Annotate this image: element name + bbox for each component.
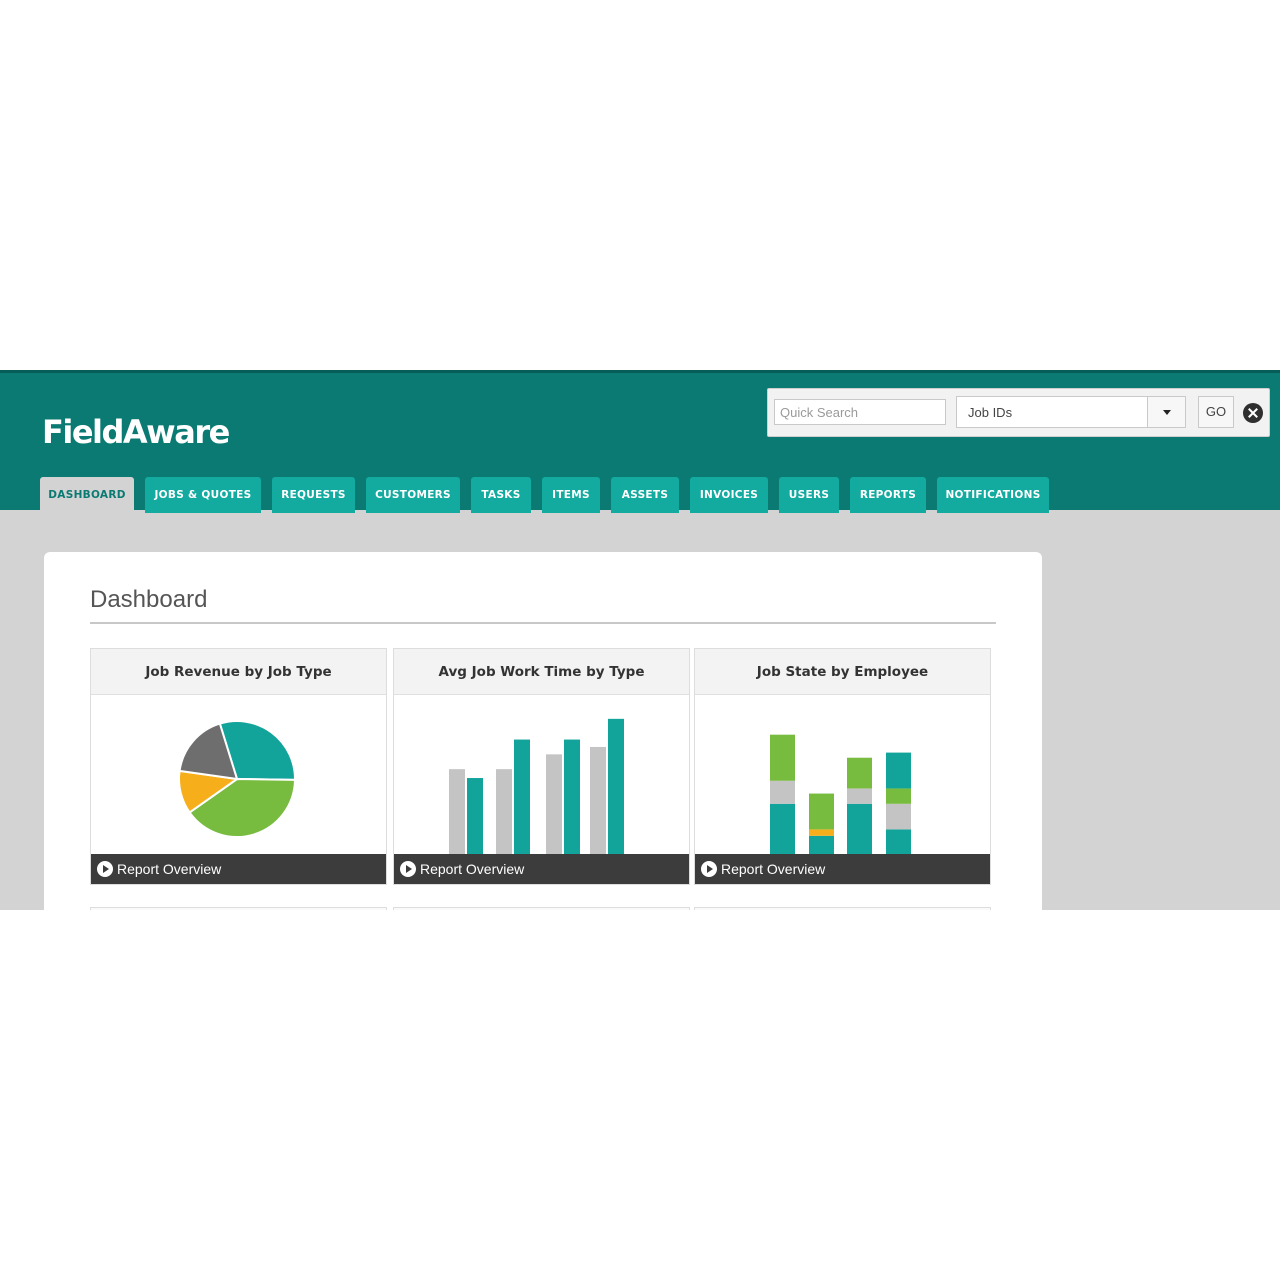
widget-job-revenue: Job Revenue by Job Type Report Overview — [90, 648, 387, 885]
tab-jobs-quotes[interactable]: JOBS & QUOTES — [145, 477, 261, 513]
widget-placeholder — [393, 907, 690, 910]
play-circle-icon — [400, 861, 416, 877]
bar-segment — [886, 788, 911, 804]
tab-invoices[interactable]: INVOICES — [690, 477, 768, 513]
bar-segment — [847, 788, 872, 804]
tab-dashboard[interactable]: DASHBOARD — [40, 477, 134, 513]
widget-placeholder — [90, 907, 387, 910]
widget-avg-work-time: Avg Job Work Time by Type Report Overvie… — [393, 648, 690, 885]
widget-placeholder — [694, 907, 991, 910]
tab-items[interactable]: ITEMS — [542, 477, 600, 513]
bar — [590, 746, 606, 855]
report-overview-label: Report Overview — [420, 861, 525, 877]
tab-requests[interactable]: REQUESTS — [272, 477, 355, 513]
tab-tasks[interactable]: TASKS — [471, 477, 531, 513]
report-overview-button[interactable]: Report Overview — [91, 854, 386, 884]
bar-segment — [809, 829, 834, 836]
play-circle-icon — [701, 861, 717, 877]
search-type-select[interactable]: Job IDs — [956, 396, 1186, 428]
close-icon[interactable] — [1243, 403, 1263, 423]
bar-segment — [847, 803, 872, 855]
widget-title: Job State by Employee — [695, 649, 990, 695]
tab-customers[interactable]: CUSTOMERS — [366, 477, 460, 513]
widget-title: Avg Job Work Time by Type — [394, 649, 689, 695]
bar-chart — [449, 718, 624, 855]
widget-title: Job Revenue by Job Type — [91, 649, 386, 695]
bar-segment — [809, 835, 834, 855]
bar — [496, 769, 512, 855]
bar-segment — [886, 829, 911, 855]
header-bar: FieldAware Job IDs GO DASHBOARD JOBS & Q… — [0, 370, 1280, 513]
quick-search-input[interactable] — [774, 399, 946, 425]
stacked-bar-chart — [770, 734, 911, 855]
bar-segment — [770, 734, 795, 781]
report-overview-button[interactable]: Report Overview — [695, 854, 990, 884]
report-overview-button[interactable]: Report Overview — [394, 854, 689, 884]
bar-segment — [886, 752, 911, 789]
bar-segment — [770, 803, 795, 855]
tab-users[interactable]: USERS — [779, 477, 839, 513]
tab-assets[interactable]: ASSETS — [611, 477, 679, 513]
search-panel: Job IDs GO — [767, 388, 1270, 437]
tab-reports[interactable]: REPORTS — [850, 477, 926, 513]
bar — [546, 754, 562, 855]
pie-chart — [178, 720, 297, 838]
bar — [467, 778, 483, 855]
fieldaware-logo[interactable]: FieldAware — [42, 413, 230, 451]
page-title: Dashboard — [90, 586, 208, 613]
bar-segment — [809, 793, 834, 830]
tab-notifications[interactable]: NOTIFICATIONS — [937, 477, 1049, 513]
play-circle-icon — [97, 861, 113, 877]
bar-segment — [847, 757, 872, 789]
report-overview-label: Report Overview — [117, 861, 222, 877]
chevron-down-icon[interactable] — [1147, 397, 1185, 427]
bar — [449, 769, 465, 855]
go-button[interactable]: GO — [1198, 396, 1234, 428]
widget-job-state: Job State by Employee Report Overview — [694, 648, 991, 885]
search-type-value: Job IDs — [968, 405, 1013, 420]
bar — [514, 739, 530, 855]
bar — [564, 739, 580, 855]
report-overview-label: Report Overview — [721, 861, 826, 877]
dashboard-card: Dashboard Job Revenue by Job Type Report… — [44, 552, 1042, 910]
main-nav-tabs: DASHBOARD JOBS & QUOTES REQUESTS CUSTOME… — [0, 477, 1280, 513]
bar — [608, 718, 624, 855]
app-window: FieldAware Job IDs GO DASHBOARD JOBS & Q… — [0, 370, 1280, 910]
bar-segment — [770, 780, 795, 804]
title-divider — [90, 622, 996, 624]
bar-segment — [886, 803, 911, 830]
